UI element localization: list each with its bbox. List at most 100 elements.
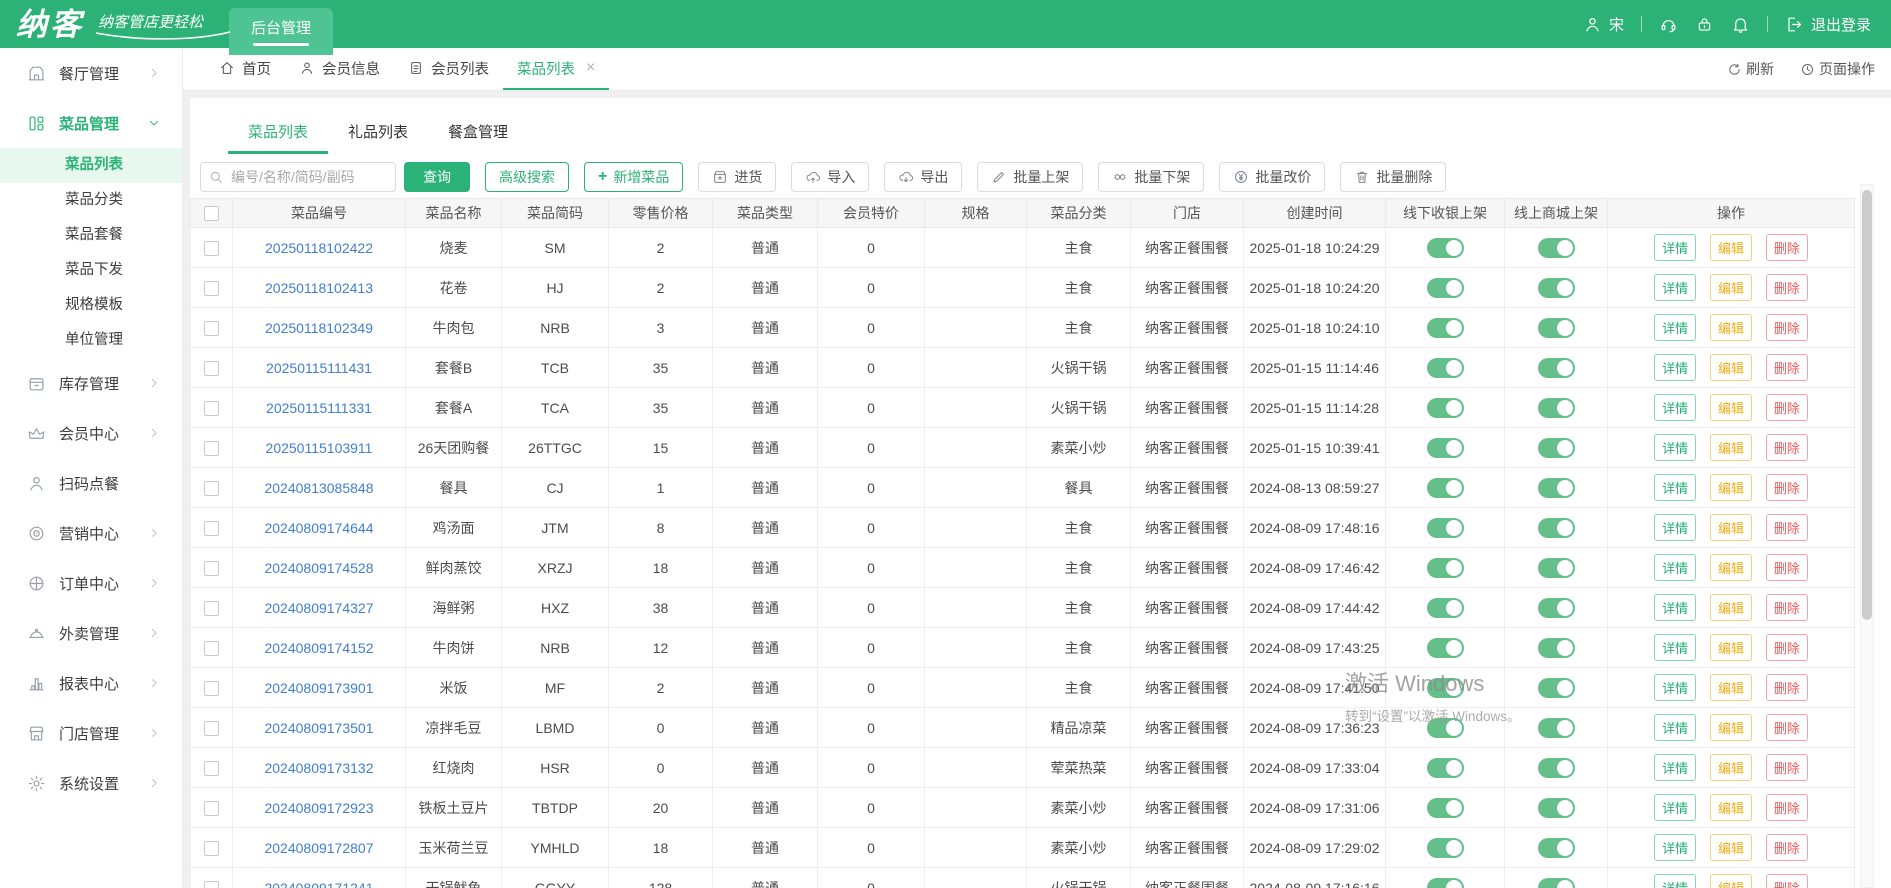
content-tab-mealbox[interactable]: 餐盒管理 xyxy=(428,111,528,154)
row-checkbox[interactable] xyxy=(204,801,219,816)
pos-onshelf-toggle[interactable] xyxy=(1427,238,1464,258)
pos-onshelf-toggle[interactable] xyxy=(1427,678,1464,698)
detail-button[interactable]: 详情 xyxy=(1654,754,1696,781)
sidebar-item-unit-management[interactable]: 单位管理 xyxy=(0,323,182,358)
sidebar-item-report-center[interactable]: 报表中心 xyxy=(0,658,182,708)
row-checkbox[interactable] xyxy=(204,841,219,856)
dish-id-link[interactable]: 20240813085848 xyxy=(264,480,373,496)
vertical-scrollbar[interactable] xyxy=(1860,184,1874,888)
mall-onshelf-toggle[interactable] xyxy=(1538,318,1575,338)
page-actions-button[interactable]: 页面操作 xyxy=(1800,59,1875,79)
delete-button[interactable]: 删除 xyxy=(1766,274,1808,301)
mall-onshelf-toggle[interactable] xyxy=(1538,598,1575,618)
mall-onshelf-toggle[interactable] xyxy=(1538,518,1575,538)
detail-button[interactable]: 详情 xyxy=(1654,594,1696,621)
row-checkbox[interactable] xyxy=(204,601,219,616)
add-dish-button[interactable]: +新增菜品 xyxy=(584,162,683,192)
pos-onshelf-toggle[interactable] xyxy=(1427,758,1464,778)
pos-onshelf-toggle[interactable] xyxy=(1427,558,1464,578)
row-checkbox[interactable] xyxy=(204,761,219,776)
batch-offshelf-button[interactable]: 批量下架 xyxy=(1098,162,1204,192)
edit-button[interactable]: 编辑 xyxy=(1710,714,1752,741)
portal-tab-admin[interactable]: 后台管理 xyxy=(229,8,333,55)
delete-button[interactable]: 删除 xyxy=(1766,314,1808,341)
sidebar-item-store-management[interactable]: 门店管理 xyxy=(0,708,182,758)
detail-button[interactable]: 详情 xyxy=(1654,514,1696,541)
row-checkbox[interactable] xyxy=(204,321,219,336)
search-input[interactable] xyxy=(200,162,396,192)
content-tab-dish-list[interactable]: 菜品列表 xyxy=(228,111,328,154)
dish-id-link[interactable]: 20240809174644 xyxy=(264,520,373,536)
dish-id-link[interactable]: 20240809173501 xyxy=(264,720,373,736)
delete-button[interactable]: 删除 xyxy=(1766,634,1808,661)
delete-button[interactable]: 删除 xyxy=(1766,594,1808,621)
detail-button[interactable]: 详情 xyxy=(1654,674,1696,701)
sidebar-item-dish-category[interactable]: 菜品分类 xyxy=(0,183,182,218)
sidebar-item-dish-combo[interactable]: 菜品套餐 xyxy=(0,218,182,253)
row-checkbox[interactable] xyxy=(204,481,219,496)
sidebar-item-marketing-center[interactable]: 营销中心 xyxy=(0,508,182,558)
dish-id-link[interactable]: 20250118102413 xyxy=(265,280,373,296)
scrollbar-thumb[interactable] xyxy=(1862,190,1872,620)
row-checkbox[interactable] xyxy=(204,401,219,416)
delete-button[interactable]: 删除 xyxy=(1766,794,1808,821)
pos-onshelf-toggle[interactable] xyxy=(1427,878,1464,888)
delete-button[interactable]: 删除 xyxy=(1766,394,1808,421)
export-button[interactable]: 导出 xyxy=(884,162,962,192)
mall-onshelf-toggle[interactable] xyxy=(1538,358,1575,378)
dish-id-link[interactable]: 20240809174327 xyxy=(264,600,373,616)
dish-id-link[interactable]: 20250115103911 xyxy=(266,440,373,456)
detail-button[interactable]: 详情 xyxy=(1654,234,1696,261)
edit-button[interactable]: 编辑 xyxy=(1710,794,1752,821)
tab-dish-list[interactable]: 菜品列表 × xyxy=(503,48,609,90)
delete-button[interactable]: 删除 xyxy=(1766,874,1808,888)
detail-button[interactable]: 详情 xyxy=(1654,834,1696,861)
mall-onshelf-toggle[interactable] xyxy=(1538,878,1575,888)
pos-onshelf-toggle[interactable] xyxy=(1427,798,1464,818)
edit-button[interactable]: 编辑 xyxy=(1710,314,1752,341)
delete-button[interactable]: 删除 xyxy=(1766,514,1808,541)
delete-button[interactable]: 删除 xyxy=(1766,834,1808,861)
import-button[interactable]: 导入 xyxy=(791,162,869,192)
row-checkbox[interactable] xyxy=(204,521,219,536)
row-checkbox[interactable] xyxy=(204,441,219,456)
sidebar-item-restaurant[interactable]: 餐厅管理 xyxy=(0,48,182,98)
row-checkbox[interactable] xyxy=(204,361,219,376)
refresh-button[interactable]: 刷新 xyxy=(1727,59,1774,79)
row-checkbox[interactable] xyxy=(204,241,219,256)
batch-reprice-button[interactable]: 批量改价 xyxy=(1219,162,1325,192)
select-all-checkbox[interactable] xyxy=(204,206,219,221)
lock-icon[interactable] xyxy=(1695,15,1714,34)
purchase-button[interactable]: 进货 xyxy=(698,162,776,192)
detail-button[interactable]: 详情 xyxy=(1654,714,1696,741)
sidebar-item-inventory[interactable]: 库存管理 xyxy=(0,358,182,408)
sidebar-item-dish-list[interactable]: 菜品列表 xyxy=(0,148,182,183)
detail-button[interactable]: 详情 xyxy=(1654,634,1696,661)
pos-onshelf-toggle[interactable] xyxy=(1427,318,1464,338)
detail-button[interactable]: 详情 xyxy=(1654,874,1696,888)
dish-id-link[interactable]: 20240809172807 xyxy=(264,840,373,856)
row-checkbox[interactable] xyxy=(204,561,219,576)
detail-button[interactable]: 详情 xyxy=(1654,314,1696,341)
edit-button[interactable]: 编辑 xyxy=(1710,234,1752,261)
edit-button[interactable]: 编辑 xyxy=(1710,434,1752,461)
sidebar-item-takeout[interactable]: 外卖管理 xyxy=(0,608,182,658)
mall-onshelf-toggle[interactable] xyxy=(1538,398,1575,418)
edit-button[interactable]: 编辑 xyxy=(1710,474,1752,501)
mall-onshelf-toggle[interactable] xyxy=(1538,678,1575,698)
dish-id-link[interactable]: 20250118102349 xyxy=(265,320,373,336)
detail-button[interactable]: 详情 xyxy=(1654,554,1696,581)
edit-button[interactable]: 编辑 xyxy=(1710,754,1752,781)
row-checkbox[interactable] xyxy=(204,281,219,296)
row-checkbox[interactable] xyxy=(204,881,219,888)
sidebar-item-system-settings[interactable]: 系统设置 xyxy=(0,758,182,808)
pos-onshelf-toggle[interactable] xyxy=(1427,838,1464,858)
dish-id-link[interactable]: 20250115111431 xyxy=(266,360,372,376)
pos-onshelf-toggle[interactable] xyxy=(1427,478,1464,498)
delete-button[interactable]: 删除 xyxy=(1766,234,1808,261)
dish-id-link[interactable]: 20240809173901 xyxy=(264,680,373,696)
sidebar-item-dish-dispatch[interactable]: 菜品下发 xyxy=(0,253,182,288)
edit-button[interactable]: 编辑 xyxy=(1710,514,1752,541)
batch-delete-button[interactable]: 批量删除 xyxy=(1340,162,1446,192)
pos-onshelf-toggle[interactable] xyxy=(1427,398,1464,418)
